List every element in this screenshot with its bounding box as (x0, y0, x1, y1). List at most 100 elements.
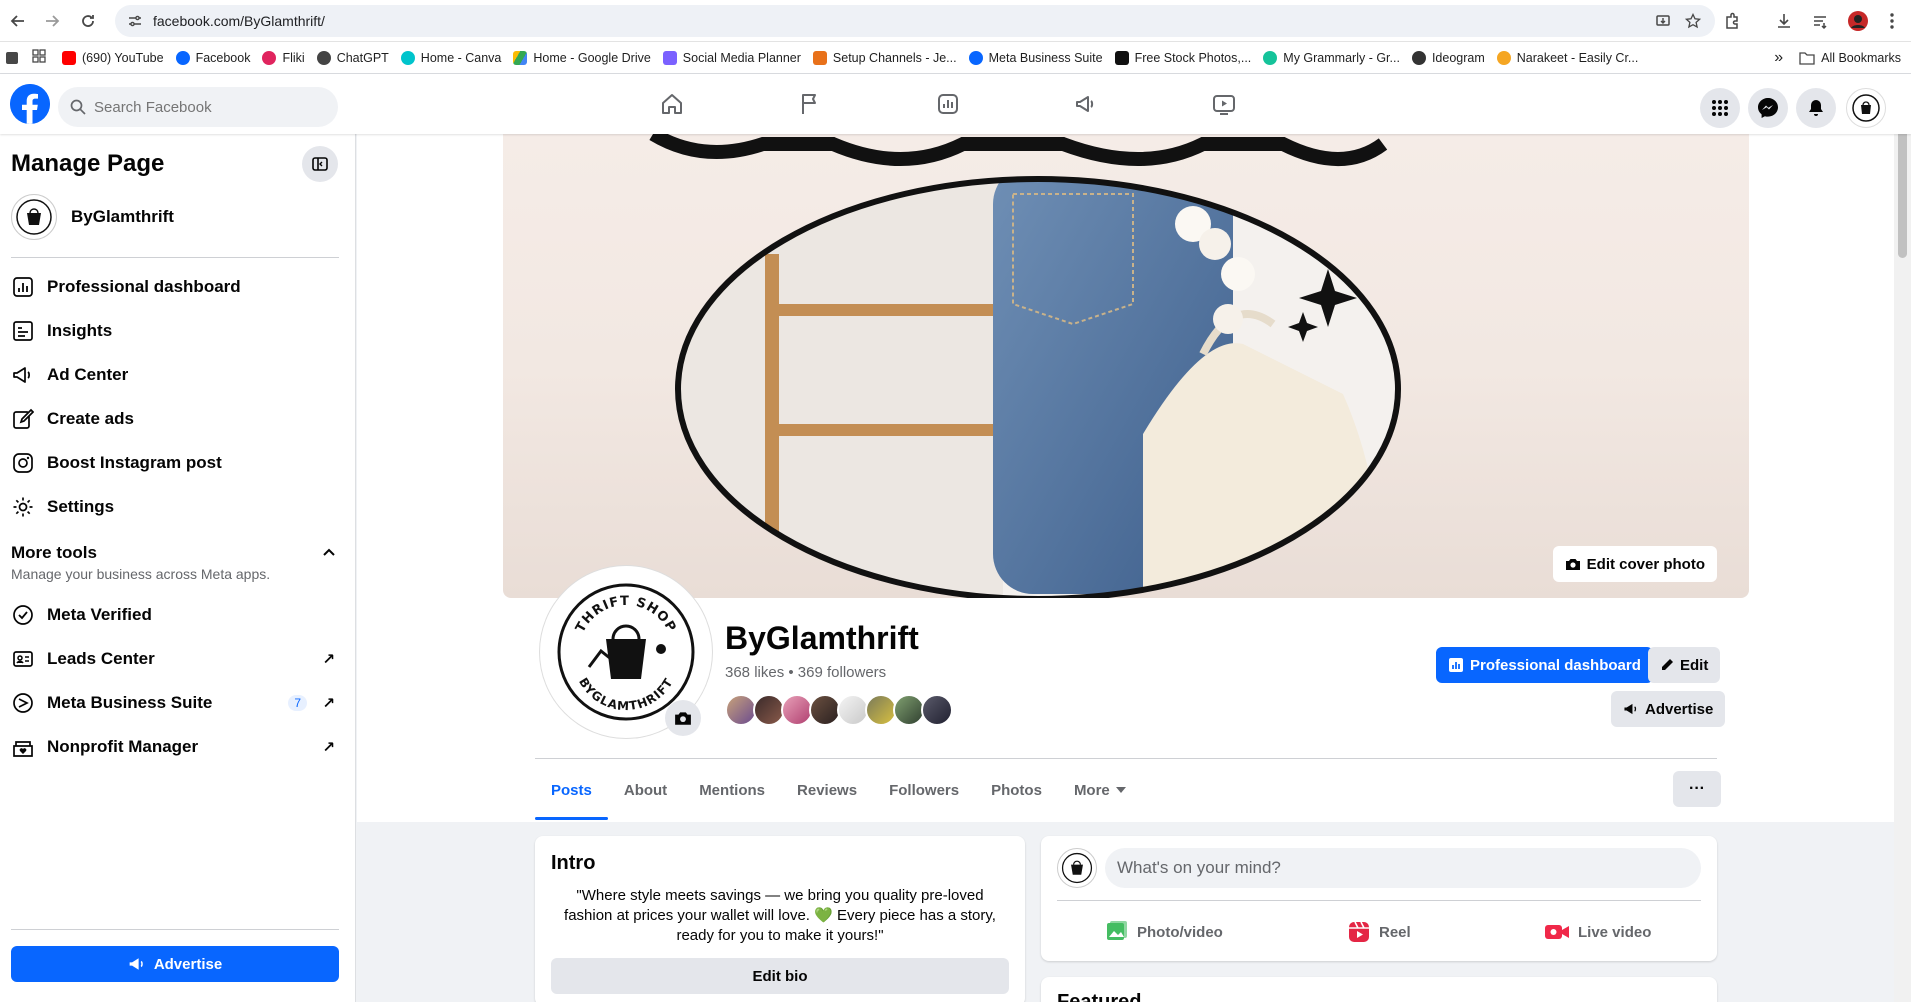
tab-mentions[interactable]: Mentions (683, 760, 781, 820)
camera-icon (675, 712, 691, 725)
bookmark-grammarly[interactable]: My Grammarly - Gr... (1257, 46, 1406, 70)
nav-video[interactable] (1155, 74, 1293, 134)
sidebar-page-name: ByGlamthrift (71, 207, 174, 226)
follower-avatars[interactable] (725, 694, 953, 726)
tab-more[interactable]: More (1058, 760, 1142, 820)
collapse-sidebar-button[interactable] (302, 146, 338, 182)
composer-divider (1057, 900, 1701, 901)
sidebar-item-leads-center[interactable]: Leads Center ↗ (11, 639, 339, 679)
sidebar-item-label: Boost Instagram post (47, 453, 222, 472)
more-tools-section[interactable]: More tools Manage your business across M… (11, 543, 339, 582)
address-bar[interactable]: facebook.com/ByGlamthrift/ (115, 5, 1715, 37)
sidebar-item-professional-dashboard[interactable]: Professional dashboard (11, 267, 339, 307)
browser-menu-icon[interactable] (1880, 9, 1904, 33)
bookmark-free-stock-photos[interactable]: Free Stock Photos,... (1109, 46, 1258, 70)
facebook-header (0, 74, 1911, 134)
bookmark-facebook[interactable]: Facebook (170, 46, 257, 70)
advertise-button[interactable]: Advertise (1611, 691, 1726, 727)
reload-icon[interactable] (76, 9, 100, 33)
likes-followers-count[interactable]: 368 likes • 369 followers (725, 664, 886, 681)
sidebar-item-ad-center[interactable]: Ad Center (11, 355, 339, 395)
bookmark-ideogram[interactable]: Ideogram (1406, 46, 1491, 70)
edit-page-button[interactable]: Edit (1648, 647, 1721, 683)
sidebar-toggle-icon (312, 157, 328, 171)
follower-avatar[interactable] (921, 694, 953, 726)
edit-bio-button[interactable]: Edit bio (551, 958, 1009, 994)
search-box[interactable] (58, 87, 338, 127)
intro-title: Intro (551, 852, 596, 874)
back-icon[interactable] (6, 9, 30, 33)
bookmark-star-icon[interactable] (1685, 13, 1701, 29)
tab-followers[interactable]: Followers (873, 760, 975, 820)
nav-ad-center[interactable] (1017, 74, 1155, 134)
pencil-icon (1662, 659, 1673, 670)
sidebar-advertise-button[interactable]: Advertise (11, 946, 339, 982)
apps-grid-icon[interactable] (32, 49, 46, 66)
canva-icon (400, 50, 415, 65)
extensions-icon[interactable] (1720, 9, 1744, 33)
whats-on-your-mind-input[interactable]: What's on your mind? (1105, 848, 1701, 888)
sidebar-item-meta-business-suite[interactable]: Meta Business Suite 7 ↗ (11, 683, 339, 723)
facebook-logo-icon[interactable] (10, 84, 50, 124)
more-bookmarks-icon[interactable]: » (1774, 49, 1783, 67)
megaphone-icon (11, 363, 35, 387)
bookmark-narakeet[interactable]: Narakeet - Easily Cr... (1491, 46, 1645, 70)
sidebar-item-label: Meta Business Suite (47, 693, 213, 712)
nav-home[interactable] (603, 74, 741, 134)
profile-avatar-icon[interactable] (1846, 9, 1870, 33)
messenger-icon (1758, 98, 1778, 118)
bookmark-social-media-planner[interactable]: Social Media Planner (657, 46, 807, 70)
bookmark-fliki[interactable]: Fliki (256, 46, 310, 70)
bookmark-meta-business-suite[interactable]: Meta Business Suite (963, 46, 1109, 70)
photo-video-button[interactable]: Photo/video (1105, 912, 1223, 952)
sidebar-item-create-ads[interactable]: Create ads (11, 399, 339, 439)
reading-list-icon[interactable] (1808, 9, 1832, 33)
all-bookmarks-button[interactable]: All Bookmarks (1799, 51, 1901, 65)
page-scrollbar[interactable] (1894, 74, 1911, 1002)
bookmark-setup-channels[interactable]: Setup Channels - Je... (807, 46, 963, 70)
account-avatar[interactable] (1846, 88, 1886, 128)
tab-photos[interactable]: Photos (975, 760, 1058, 820)
setup-channels-icon (812, 50, 827, 65)
sidebar-item-settings[interactable]: Settings (11, 487, 339, 527)
tab-about[interactable]: About (608, 760, 683, 820)
nav-pages[interactable] (741, 74, 879, 134)
change-profile-picture-button[interactable] (665, 700, 701, 736)
cover-photo[interactable]: Edit cover photo (503, 134, 1749, 598)
install-app-icon[interactable] (1655, 13, 1671, 29)
sidebar-divider (11, 929, 339, 930)
more-options-button[interactable]: ··· (1673, 771, 1721, 807)
tab-reviews[interactable]: Reviews (781, 760, 873, 820)
bookmark-google-drive[interactable]: Home - Google Drive (507, 46, 656, 70)
site-info-icon[interactable] (127, 13, 143, 29)
edit-cover-photo-button[interactable]: Edit cover photo (1552, 546, 1717, 582)
sidebar-item-boost-instagram[interactable]: Boost Instagram post (11, 443, 339, 483)
photo-icon (1105, 920, 1129, 944)
sidebar-item-insights[interactable]: Insights (11, 311, 339, 351)
bookmark-youtube[interactable]: (690) YouTube (56, 46, 170, 70)
forward-icon[interactable] (40, 9, 64, 33)
chevron-up-icon[interactable] (323, 543, 335, 561)
professional-dashboard-button[interactable]: Professional dashboard (1436, 647, 1653, 683)
browser-toolbar: facebook.com/ByGlamthrift/ (0, 0, 1911, 42)
sidebar-page-switcher[interactable]: ByGlamthrift (11, 194, 174, 240)
live-video-button[interactable]: Live video (1544, 912, 1651, 952)
nonprofit-icon (11, 735, 35, 759)
menu-grid-button[interactable] (1700, 88, 1740, 128)
verified-badge-icon (11, 603, 35, 627)
tab-search-icon[interactable] (6, 51, 18, 64)
notifications-button[interactable] (1796, 88, 1836, 128)
tab-posts[interactable]: Posts (535, 760, 608, 820)
bookmark-chatgpt[interactable]: ChatGPT (311, 46, 395, 70)
gear-icon (11, 495, 35, 519)
download-icon[interactable] (1772, 9, 1796, 33)
nav-insights[interactable] (879, 74, 1017, 134)
messenger-button[interactable] (1748, 88, 1788, 128)
sidebar-item-meta-verified[interactable]: Meta Verified (11, 595, 339, 635)
reel-button[interactable]: Reel (1347, 912, 1411, 952)
sidebar-item-nonprofit-manager[interactable]: Nonprofit Manager ↗ (11, 727, 339, 767)
composer-avatar[interactable] (1057, 848, 1097, 888)
bookmark-canva[interactable]: Home - Canva (395, 46, 508, 70)
search-input[interactable] (94, 98, 314, 116)
fliki-icon (262, 50, 277, 65)
